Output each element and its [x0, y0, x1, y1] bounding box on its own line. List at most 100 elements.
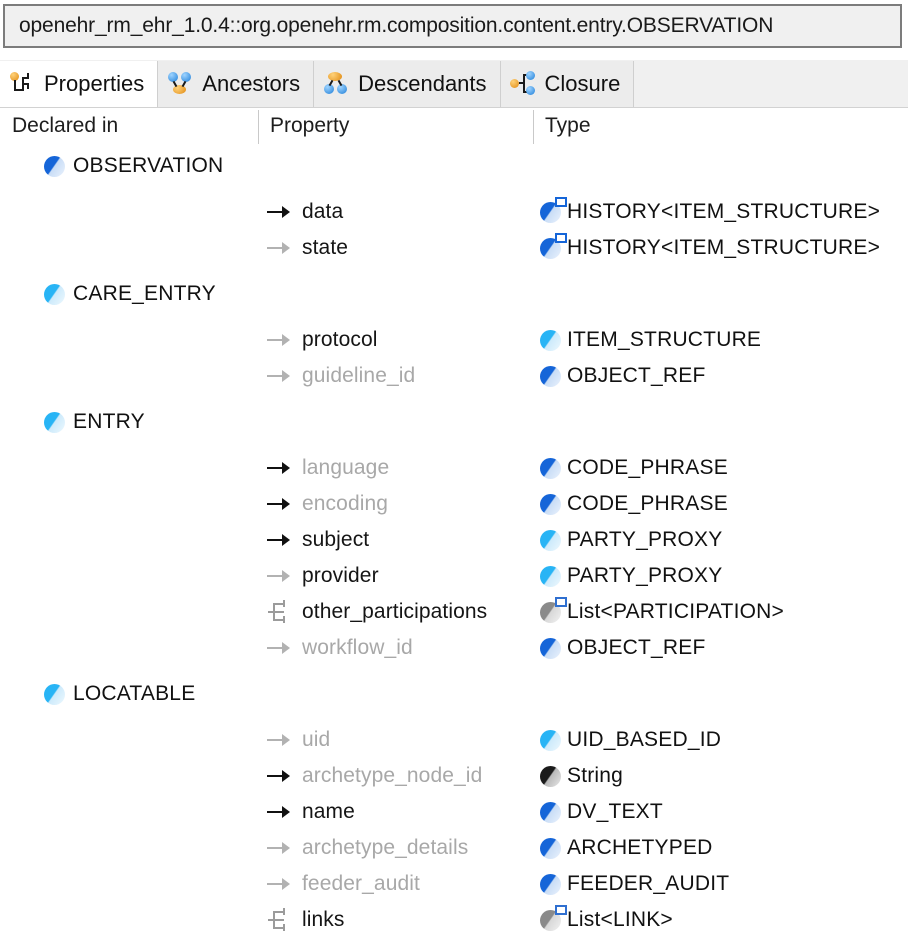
- type-name: List<PARTICIPATION>: [567, 600, 784, 624]
- table-row[interactable]: state HISTORY<ITEM_STRUCTURE>: [0, 230, 908, 266]
- type-cell[interactable]: OBJECT_REF: [540, 630, 706, 666]
- property-cell[interactable]: provider: [266, 558, 379, 594]
- declared-in-class-name: LOCATABLE: [73, 682, 195, 706]
- table-row[interactable]: encoding CODE_PHRASE: [0, 486, 908, 522]
- class-ball-black-icon: [540, 766, 561, 787]
- column-header-property[interactable]: Property: [270, 114, 349, 138]
- column-header-type[interactable]: Type: [545, 114, 591, 138]
- page-title: openehr_rm_ehr_1.0.4::org.openehr.rm.com…: [5, 14, 773, 38]
- arrow-right-icon: [266, 201, 292, 223]
- property-cell[interactable]: name: [266, 794, 355, 830]
- property-cell[interactable]: state: [266, 230, 348, 266]
- declared-in-group-row[interactable]: OBSERVATION: [0, 148, 908, 184]
- property-cell[interactable]: uid: [266, 722, 330, 758]
- table-row[interactable]: feeder_audit FEEDER_AUDIT: [0, 866, 908, 902]
- type-cell[interactable]: OBJECT_REF: [540, 358, 706, 394]
- type-name: CODE_PHRASE: [567, 492, 728, 516]
- property-name: data: [302, 200, 343, 224]
- multiplicity-fork-icon: [266, 600, 292, 624]
- table-row[interactable]: uid UID_BASED_ID: [0, 722, 908, 758]
- declared-in-group-row[interactable]: CARE_ENTRY: [0, 276, 908, 312]
- tab-strip: PropertiesAncestors Descendants Closure: [0, 60, 908, 108]
- property-cell[interactable]: subject: [266, 522, 369, 558]
- property-cell[interactable]: archetype_details: [266, 830, 468, 866]
- type-cell[interactable]: DV_TEXT: [540, 794, 663, 830]
- class-ball-light-blue-icon: [540, 566, 561, 587]
- property-name: state: [302, 236, 348, 260]
- property-cell[interactable]: language: [266, 450, 389, 486]
- property-cell[interactable]: guideline_id: [266, 358, 415, 394]
- group-spacer: [0, 712, 908, 722]
- descendants-icon: [323, 71, 349, 97]
- declared-in-class-name: OBSERVATION: [73, 154, 223, 178]
- tab-label: Descendants: [358, 71, 486, 97]
- column-divider-2[interactable]: [533, 110, 534, 144]
- type-name: OBJECT_REF: [567, 636, 706, 660]
- table-row[interactable]: workflow_id OBJECT_REF: [0, 630, 908, 666]
- type-cell[interactable]: List<PARTICIPATION>: [540, 594, 784, 630]
- table-row[interactable]: links List<LINK>: [0, 902, 908, 938]
- type-cell[interactable]: ITEM_STRUCTURE: [540, 322, 761, 358]
- table-row[interactable]: protocol ITEM_STRUCTURE: [0, 322, 908, 358]
- arrow-right-inherited-icon: [266, 365, 292, 387]
- property-name: guideline_id: [302, 364, 415, 388]
- type-name: List<LINK>: [567, 908, 673, 932]
- property-cell[interactable]: encoding: [266, 486, 388, 522]
- group-spacer: [0, 312, 908, 322]
- type-cell[interactable]: PARTY_PROXY: [540, 522, 722, 558]
- tab-descendants[interactable]: Descendants: [314, 61, 500, 107]
- table-row[interactable]: provider PARTY_PROXY: [0, 558, 908, 594]
- type-cell[interactable]: UID_BASED_ID: [540, 722, 721, 758]
- class-ball-light-blue-icon: [540, 530, 561, 551]
- class-ball-light-blue-icon: [540, 330, 561, 351]
- class-ball-light-blue-icon: [44, 284, 65, 305]
- tab-properties[interactable]: Properties: [0, 61, 158, 107]
- properties-tree-icon: [9, 71, 35, 97]
- property-name: archetype_details: [302, 836, 468, 860]
- type-cell[interactable]: HISTORY<ITEM_STRUCTURE>: [540, 230, 880, 266]
- ancestors-icon: [167, 71, 193, 97]
- declared-in-group-row[interactable]: ENTRY: [0, 404, 908, 440]
- type-cell[interactable]: CODE_PHRASE: [540, 486, 728, 522]
- type-cell[interactable]: CODE_PHRASE: [540, 450, 728, 486]
- type-name: CODE_PHRASE: [567, 456, 728, 480]
- table-row[interactable]: guideline_id OBJECT_REF: [0, 358, 908, 394]
- property-cell[interactable]: archetype_node_id: [266, 758, 482, 794]
- property-cell[interactable]: workflow_id: [266, 630, 413, 666]
- property-cell[interactable]: data: [266, 194, 343, 230]
- arrow-right-inherited-icon: [266, 729, 292, 751]
- type-name: UID_BASED_ID: [567, 728, 721, 752]
- column-divider-1[interactable]: [258, 110, 259, 144]
- type-cell[interactable]: String: [540, 758, 623, 794]
- arrow-right-inherited-icon: [266, 637, 292, 659]
- tab-ancestors[interactable]: Ancestors: [158, 61, 314, 107]
- property-cell[interactable]: protocol: [266, 322, 378, 358]
- property-name: links: [302, 908, 345, 932]
- table-row[interactable]: other_participations List<PARTICIPATION>: [0, 594, 908, 630]
- class-ball-dark-blue-icon: [540, 638, 561, 659]
- table-row[interactable]: language CODE_PHRASE: [0, 450, 908, 486]
- table-row[interactable]: name DV_TEXT: [0, 794, 908, 830]
- type-cell[interactable]: ARCHETYPED: [540, 830, 713, 866]
- declared-in-class-name: CARE_ENTRY: [73, 282, 216, 306]
- type-cell[interactable]: FEEDER_AUDIT: [540, 866, 729, 902]
- table-row[interactable]: data HISTORY<ITEM_STRUCTURE>: [0, 194, 908, 230]
- arrow-right-inherited-icon: [266, 329, 292, 351]
- table-row[interactable]: subject PARTY_PROXY: [0, 522, 908, 558]
- property-cell[interactable]: feeder_audit: [266, 866, 420, 902]
- table-row[interactable]: archetype_details ARCHETYPED: [0, 830, 908, 866]
- type-cell[interactable]: HISTORY<ITEM_STRUCTURE>: [540, 194, 880, 230]
- class-ball-dark-blue-icon: [540, 458, 561, 479]
- arrow-right-inherited-icon: [266, 565, 292, 587]
- type-cell[interactable]: List<LINK>: [540, 902, 673, 938]
- property-cell[interactable]: other_participations: [266, 594, 487, 630]
- tab-closure[interactable]: Closure: [501, 61, 635, 107]
- property-name: subject: [302, 528, 369, 552]
- property-cell[interactable]: links: [266, 902, 345, 938]
- column-header-declared-in[interactable]: Declared in: [12, 114, 118, 138]
- property-name: name: [302, 800, 355, 824]
- declared-in-group-row[interactable]: LOCATABLE: [0, 676, 908, 712]
- type-cell[interactable]: PARTY_PROXY: [540, 558, 722, 594]
- table-row[interactable]: archetype_node_id String: [0, 758, 908, 794]
- group-spacer: [0, 266, 908, 276]
